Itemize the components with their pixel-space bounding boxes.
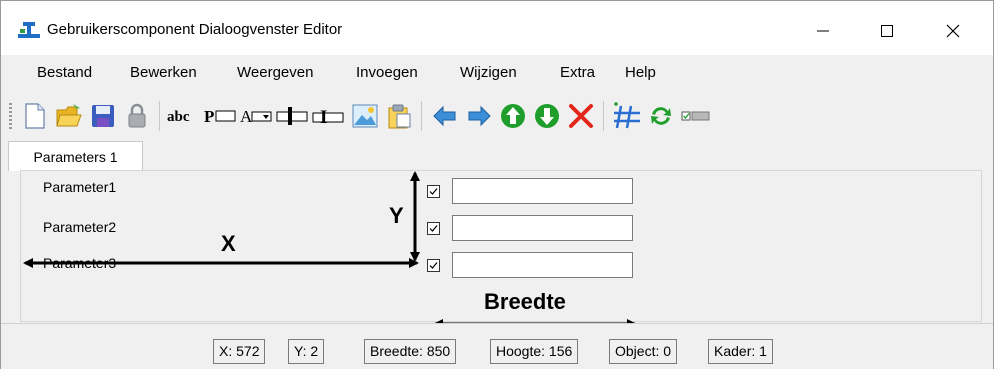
status-frame: Kader: 1 <box>708 339 773 364</box>
annotation-width-label: Breedte <box>484 289 566 314</box>
status-width: Breedte: 850 <box>364 339 457 364</box>
editor-window: Gebruikerscomponent Dialoogvenster Edito… <box>0 0 994 369</box>
status-x: X: 572 <box>213 339 266 364</box>
status-y: Y: 2 <box>288 339 325 364</box>
status-height: Hoogte: 156 <box>490 339 579 364</box>
status-object: Object: 0 <box>609 339 678 364</box>
annotation-x-label: X <box>221 231 236 256</box>
annotation-y-label: Y <box>389 203 404 228</box>
status-bar: X: 572 Y: 2 Breedte: 850 Hoogte: 156 Obj… <box>1 323 993 369</box>
